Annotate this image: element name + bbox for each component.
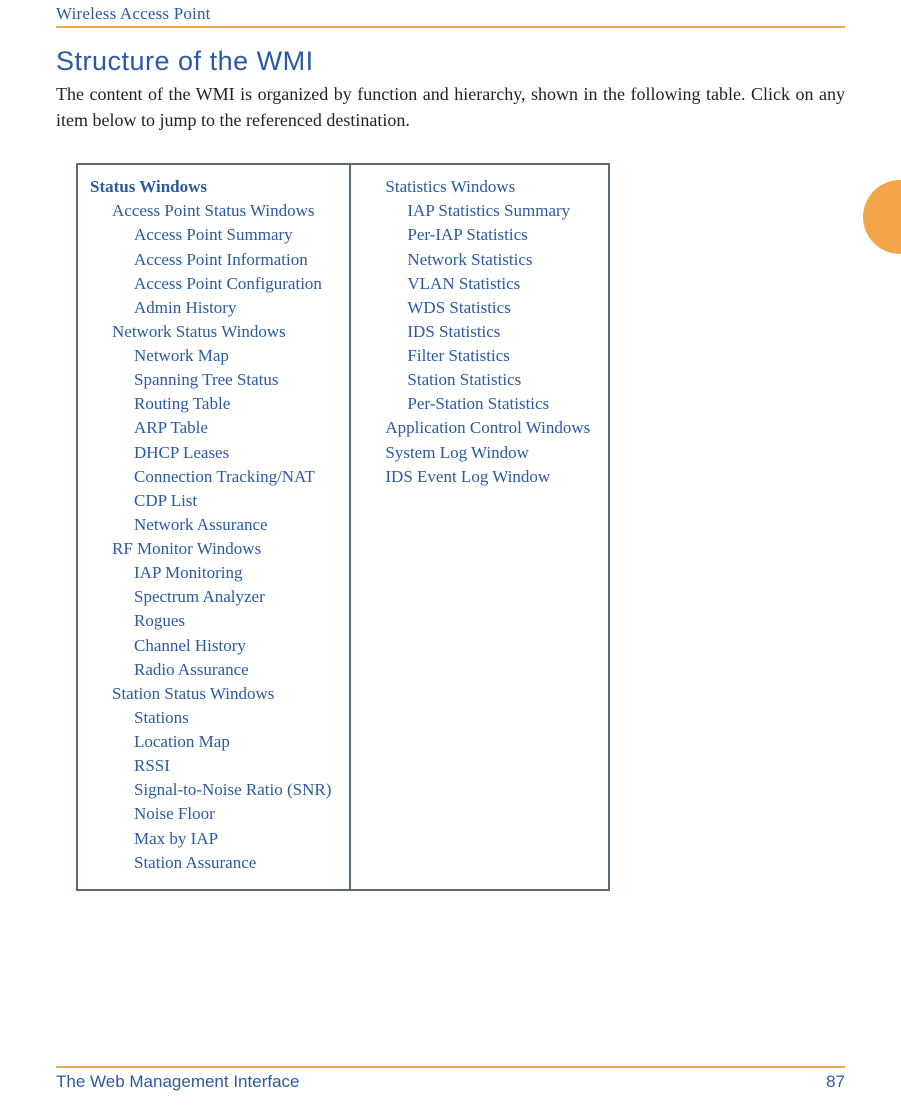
toc-link[interactable]: Rogues: [134, 609, 331, 633]
toc-link[interactable]: Application Control Windows: [385, 416, 590, 440]
toc-link[interactable]: Network Status Windows: [112, 320, 331, 344]
toc-table: Status WindowsAccess Point Status Window…: [76, 163, 610, 891]
toc-link[interactable]: Stations: [134, 706, 331, 730]
toc-link[interactable]: WDS Statistics: [407, 296, 590, 320]
toc-link[interactable]: IDS Event Log Window: [385, 465, 590, 489]
page-footer: The Web Management Interface 87: [56, 1066, 845, 1092]
toc-link[interactable]: VLAN Statistics: [407, 272, 590, 296]
toc-link[interactable]: DHCP Leases: [134, 441, 331, 465]
footer-page-number: 87: [826, 1072, 845, 1092]
running-head: Wireless Access Point: [56, 0, 845, 28]
section-title: Structure of the WMI: [56, 46, 845, 77]
toc-link[interactable]: Status Windows: [90, 175, 331, 199]
toc-link[interactable]: Noise Floor: [134, 802, 331, 826]
toc-link[interactable]: Filter Statistics: [407, 344, 590, 368]
toc-link[interactable]: Access Point Summary: [134, 223, 331, 247]
toc-link[interactable]: Radio Assurance: [134, 658, 331, 682]
toc-link[interactable]: Per-Station Statistics: [407, 392, 590, 416]
toc-link[interactable]: Access Point Status Windows: [112, 199, 331, 223]
toc-link[interactable]: System Log Window: [385, 441, 590, 465]
toc-link[interactable]: ARP Table: [134, 416, 331, 440]
toc-link[interactable]: Station Assurance: [134, 851, 331, 875]
toc-link[interactable]: Connection Tracking/NAT: [134, 465, 331, 489]
toc-left-column: Status WindowsAccess Point Status Window…: [77, 164, 350, 890]
toc-link[interactable]: Admin History: [134, 296, 331, 320]
toc-link[interactable]: Statistics Windows: [385, 175, 590, 199]
toc-link[interactable]: IAP Monitoring: [134, 561, 331, 585]
toc-link[interactable]: Access Point Information: [134, 248, 331, 272]
toc-link[interactable]: RF Monitor Windows: [112, 537, 331, 561]
toc-link[interactable]: Station Statistics: [407, 368, 590, 392]
footer-section-title: The Web Management Interface: [56, 1072, 300, 1092]
toc-link[interactable]: Access Point Configuration: [134, 272, 331, 296]
intro-paragraph: The content of the WMI is organized by f…: [56, 81, 845, 133]
toc-link[interactable]: Max by IAP: [134, 827, 331, 851]
toc-link[interactable]: Per-IAP Statistics: [407, 223, 590, 247]
toc-link[interactable]: Signal-to-Noise Ratio (SNR): [134, 778, 331, 802]
toc-link[interactable]: RSSI: [134, 754, 331, 778]
toc-right-column: Statistics WindowsIAP Statistics Summary…: [350, 164, 609, 890]
toc-link[interactable]: Network Assurance: [134, 513, 331, 537]
toc-link[interactable]: Network Map: [134, 344, 331, 368]
toc-link[interactable]: IDS Statistics: [407, 320, 590, 344]
toc-link[interactable]: Location Map: [134, 730, 331, 754]
toc-link[interactable]: Spectrum Analyzer: [134, 585, 331, 609]
toc-link[interactable]: Channel History: [134, 634, 331, 658]
toc-link[interactable]: Network Statistics: [407, 248, 590, 272]
toc-link[interactable]: IAP Statistics Summary: [407, 199, 590, 223]
toc-link[interactable]: Station Status Windows: [112, 682, 331, 706]
toc-link[interactable]: Spanning Tree Status: [134, 368, 331, 392]
toc-link[interactable]: CDP List: [134, 489, 331, 513]
toc-link[interactable]: Routing Table: [134, 392, 331, 416]
